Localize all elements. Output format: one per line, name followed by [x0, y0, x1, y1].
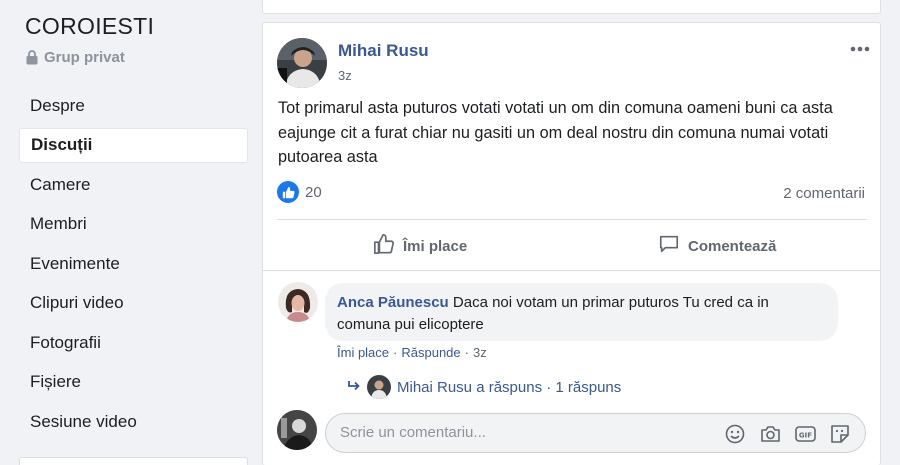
post-text: Tot primarul asta puturos votati votati … [278, 99, 833, 166]
reply-author-avatar [367, 375, 391, 399]
group-nav: Despre Discuții Camere Membri Evenimente… [19, 88, 248, 444]
like-button-label: Îmi place [403, 237, 468, 255]
previous-card-edge [262, 0, 881, 14]
group-privacy: Grup privat [26, 49, 125, 66]
post-timestamp[interactable]: 3z [338, 68, 352, 83]
comment-time[interactable]: 3z [473, 345, 487, 360]
divider [277, 219, 867, 220]
replies-summary: Mihai Rusu a răspuns · 1 răspuns [397, 378, 622, 396]
composer-tools: GIF [724, 423, 851, 445]
reactions-summary[interactable]: 20 [277, 181, 322, 203]
comment-composer[interactable]: GIF [325, 413, 866, 453]
comment-actions: Îmi place · Răspunde · 3z [337, 345, 487, 360]
group-title[interactable]: COROIESTI [25, 13, 154, 40]
more-icon [850, 39, 870, 57]
like-button[interactable]: Îmi place [373, 231, 467, 261]
reaction-count: 20 [305, 183, 322, 201]
thumbs-up-icon [373, 233, 395, 259]
reply-arrow-icon [347, 379, 361, 396]
sidebar-item-sesiune-video[interactable]: Sesiune video [19, 404, 248, 440]
camera-icon[interactable] [759, 423, 781, 445]
sidebar-item-discutii[interactable]: Discuții [19, 127, 248, 163]
comment-input[interactable] [340, 424, 700, 441]
sidebar-card-edge [19, 457, 248, 465]
group-sidebar: COROIESTI Grup privat Despre Discuții Ca… [0, 0, 262, 465]
lock-icon [26, 50, 38, 65]
sidebar-item-fisiere[interactable]: Fișiere [19, 365, 248, 401]
like-reaction-icon [277, 181, 299, 203]
comment-reply-link[interactable]: Răspunde [401, 345, 460, 360]
comment-button[interactable]: Comentează [658, 231, 776, 261]
sidebar-item-clipuri-video[interactable]: Clipuri video [19, 286, 248, 322]
post-author-name[interactable]: Mihai Rusu [338, 41, 429, 61]
sidebar-item-evenimente[interactable]: Evenimente [19, 246, 248, 282]
sidebar-item-despre[interactable]: Despre [19, 88, 248, 124]
post-card: Mihai Rusu 3z Tot primarul asta puturos … [262, 22, 881, 465]
more-options-button[interactable] [848, 39, 872, 57]
commenter-avatar[interactable] [278, 282, 318, 322]
comment-icon [658, 233, 680, 259]
author-avatar[interactable] [277, 38, 327, 88]
emoji-icon[interactable] [724, 423, 746, 445]
my-avatar[interactable] [277, 410, 317, 450]
gif-icon[interactable]: GIF [794, 423, 816, 445]
group-privacy-label: Grup privat [44, 49, 125, 66]
comment-author-name[interactable]: Anca Păunescu [337, 294, 449, 311]
comment-bubble: Anca Păunescu Daca noi votam un primar p… [325, 283, 838, 341]
sidebar-item-membri[interactable]: Membri [19, 207, 248, 243]
sidebar-item-fotografii[interactable]: Fotografii [19, 325, 248, 361]
svg-text:GIF: GIF [798, 432, 811, 440]
divider [263, 270, 880, 271]
comment-count-link[interactable]: 2 comentarii [783, 185, 865, 202]
comment-like-link[interactable]: Îmi place [337, 345, 389, 360]
sticker-icon[interactable] [829, 423, 851, 445]
separator-dot: · [464, 345, 469, 360]
sidebar-item-camere[interactable]: Camere [19, 167, 248, 203]
comment-button-label: Comentează [688, 237, 777, 255]
view-replies-link[interactable]: Mihai Rusu a răspuns · 1 răspuns [347, 375, 621, 399]
separator-dot: · [393, 345, 398, 360]
